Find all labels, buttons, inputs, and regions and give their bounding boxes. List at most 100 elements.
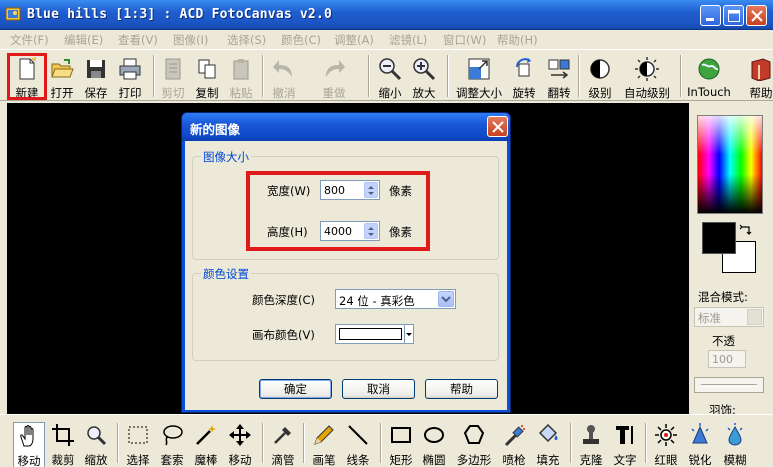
canvas-color-label: 画布颜色(V) [252,328,315,342]
tool-polygon-label: 多边形 [456,453,492,467]
menu-help[interactable]: 帮助(H) [497,32,538,48]
magnifier-icon [87,426,107,446]
help-book-icon [751,58,771,81]
color-depth-dropdown[interactable] [438,291,454,307]
tool-move-selection-label: 移动 [228,453,252,467]
dialog-close-button[interactable] [487,116,508,137]
chevron-down-icon [747,309,762,325]
size-fields-highlight [246,171,430,251]
canvas-color-dropdown[interactable] [404,325,413,343]
resize-icon [468,58,490,80]
foreground-color-swatch[interactable] [702,222,736,254]
polygon-icon [463,425,485,444]
levels-label: 级别 [588,86,612,100]
color-depth-select[interactable]: 24 位 - 真彩色 [335,289,456,309]
flip-icon [548,59,570,79]
rectangle-icon [391,427,411,443]
tool-sharpen[interactable]: 锐化 [684,422,716,467]
maximize-button[interactable] [723,5,744,26]
color-settings-group-title: 颜色设置 [201,266,251,282]
redo-button[interactable]: 重做 [316,55,352,101]
help-dialog-button[interactable]: 帮助 [425,379,498,399]
tool-blur[interactable]: 模糊 [719,422,751,467]
print-label: 打印 [118,86,142,100]
chevron-down-icon [406,333,412,336]
new-button-highlight [7,53,47,100]
menu-view[interactable]: 查看(V) [118,32,158,48]
tool-fill[interactable]: 填充 [532,422,564,467]
auto-levels-label: 自动级别 [624,86,670,100]
text-icon [616,426,633,444]
tool-zoom[interactable]: 缩放 [80,422,112,467]
ok-button[interactable]: 确定 [259,379,332,399]
redo-label: 重做 [322,86,346,100]
toolbar-separator [447,55,449,97]
cut-icon [165,58,181,80]
menu-filter[interactable]: 滤镜(L) [389,32,427,48]
printer-icon [119,58,141,80]
opacity-slider[interactable] [694,377,764,393]
zoom-out-icon [379,58,402,81]
tool-line[interactable]: 线条 [342,422,374,467]
open-folder-icon [51,59,74,78]
canvas-color-picker[interactable] [335,324,414,344]
tool-text[interactable]: 文字 [609,422,641,467]
cancel-button[interactable]: 取消 [342,379,415,399]
copy-icon [198,59,216,79]
tool-zoom-label: 缩放 [84,453,108,467]
swap-colors-icon[interactable] [739,224,753,238]
menu-adjust[interactable]: 调整(A) [334,32,374,48]
tool-eyedropper[interactable]: 滴管 [267,422,299,467]
airbrush-icon [504,425,525,447]
image-size-group-title: 图像大小 [201,149,251,165]
tool-polygon[interactable]: 多边形 [457,422,491,467]
magic-wand-icon [196,425,216,445]
menu-color[interactable]: 颜色(C) [281,32,321,48]
globe-icon [698,58,720,80]
tool-move-selection[interactable]: 移动 [224,422,256,467]
menu-select[interactable]: 选择(S) [227,32,266,48]
tool-line-label: 线条 [346,453,370,467]
blend-mode-select[interactable]: 标准 [694,307,764,327]
intouch-label: InTouch [687,85,731,99]
window-title: Blue hills [1:3] : ACD FotoCanvas v2.0 [27,7,333,22]
save-disk-icon [87,60,105,78]
help-label: 帮助 [749,86,773,100]
zoom-in-button[interactable]: 放大 [406,55,442,101]
minimize-button[interactable] [700,5,721,26]
menu-file[interactable]: 文件(F) [10,32,49,48]
app-icon [5,7,21,21]
zoom-in-icon [413,58,436,81]
paste-button[interactable]: 粘贴 [223,55,259,101]
resize-button[interactable]: 调整大小 [456,55,502,101]
dialog-title: 新的图像 [190,122,241,137]
color-spectrum[interactable] [697,115,763,214]
tool-ellipse[interactable]: 椭圆 [418,422,450,467]
menu-window[interactable]: 窗口(W) [443,32,486,48]
auto-levels-button[interactable]: 自动级别 [624,55,670,101]
line-icon [348,425,368,445]
menu-edit[interactable]: 编辑(E) [64,32,103,48]
close-button[interactable] [746,5,767,26]
red-eye-icon [655,424,677,446]
toolbar-separator [680,55,682,97]
dialog-title-bar[interactable]: 新的图像 [182,113,510,141]
pencil-icon [314,425,334,445]
hand-icon [20,425,34,447]
tool-fill-label: 填充 [536,453,560,467]
levels-button[interactable]: 级别 [582,55,618,101]
blend-mode-label: 混合模式: [698,290,748,304]
resize-label: 调整大小 [456,86,502,100]
zoom-in-label: 放大 [412,86,436,100]
intouch-button[interactable]: InTouch [687,55,731,101]
title-bar[interactable]: Blue hills [1:3] : ACD FotoCanvas v2.0 [0,0,773,30]
help-button[interactable]: 帮助 [743,55,773,101]
menu-image[interactable]: 图像(I) [173,32,208,48]
tool-blur-label: 模糊 [723,453,747,467]
clone-stamp-icon [583,425,599,444]
opacity-input[interactable]: 100 [708,350,746,368]
undo-button[interactable]: 撤消 [266,55,302,101]
main-toolbar: 新建 打开 保存 打印 剪切 复制 粘贴 撤消 重做 缩小 放大 调整大小 旋转… [0,49,773,101]
print-button[interactable]: 打印 [112,55,148,101]
flip-button[interactable]: 翻转 [541,55,577,101]
